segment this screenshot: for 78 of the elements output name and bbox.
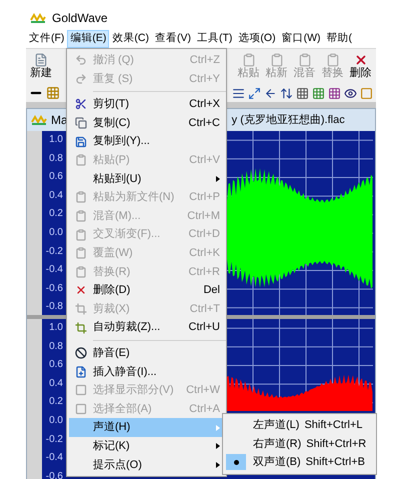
crop-icon [75, 322, 87, 334]
cross-icon [75, 284, 87, 296]
square-icon [75, 384, 87, 396]
menu-item[interactable]: 工具(T) [194, 30, 236, 48]
document-logo [31, 115, 47, 125]
axis-label: 0.0 [48, 414, 64, 428]
menu-item[interactable]: 左声道(L) Shift+Ctrl+L [225, 416, 374, 435]
axis-label: -0.4 [44, 451, 64, 466]
expand-icon[interactable] [248, 86, 261, 100]
app-logo [30, 13, 46, 23]
square-icon [75, 402, 87, 415]
bullet-icon [226, 454, 246, 470]
file-plus-icon [75, 366, 87, 378]
axis-label: 1.0 [48, 133, 64, 147]
menu-item[interactable]: 效果(C) [109, 30, 152, 48]
lines-icon[interactable] [232, 86, 245, 100]
menu-item[interactable]: 自动剪裁(Z)... Ctrl+U [69, 318, 224, 337]
axis-label: -0.4 [44, 263, 64, 278]
axis-label: 0.8 [48, 340, 64, 354]
grid-icon[interactable] [312, 86, 325, 100]
scissors-icon [75, 98, 87, 110]
copy-icon [75, 117, 87, 130]
clipboard-icon [270, 53, 284, 67]
axis-label: 0.4 [48, 376, 64, 391]
grid-icon[interactable] [296, 86, 309, 100]
menu-item[interactable]: 查看(V) [152, 30, 194, 48]
app-title: GoldWave [52, 10, 108, 27]
menu-item[interactable]: 双声道(B) Shift+Ctrl+B [225, 453, 374, 472]
axis-label: 0.8 [48, 152, 64, 166]
clipboard-icon [75, 228, 87, 241]
clipboard-icon [242, 53, 256, 67]
axis-label: -0.2 [44, 244, 64, 259]
clipboard-icon [298, 53, 312, 67]
axis-label: 0.4 [48, 188, 64, 203]
clipboard-icon [75, 191, 87, 204]
menu-item[interactable]: 右声道(R) Shift+Ctrl+R [225, 434, 374, 454]
menu-item[interactable]: 粘贴到(U) [69, 170, 224, 188]
crop-icon [75, 303, 87, 316]
menu-item[interactable]: 选项(O) [235, 30, 279, 48]
cross-icon [354, 53, 368, 67]
menu-item[interactable]: 文件(F) [26, 30, 68, 48]
eye-icon[interactable] [344, 86, 357, 100]
clipboard-icon [75, 154, 87, 166]
redo-icon [75, 72, 87, 85]
menu-item[interactable]: 窗口(W) [278, 30, 324, 48]
new-button[interactable]: 新建 [28, 53, 54, 80]
menu-item[interactable]: 声道(H) [69, 418, 224, 437]
axis-label: 0.6 [48, 358, 64, 372]
axis-label: -0.2 [44, 432, 64, 447]
menu-item[interactable]: 插入静音(I)... [69, 362, 224, 382]
axis-label: 1.0 [48, 321, 64, 335]
axis-label: -0.6 [44, 470, 64, 479]
clipboard-icon [75, 210, 87, 222]
document-title: y (克罗地亚狂想曲).flac [232, 112, 345, 128]
menu-item[interactable]: 删除(D) Del [69, 281, 224, 300]
menu-item[interactable]: 复制到(Y)... [69, 132, 224, 151]
axis-label: 0.0 [48, 226, 64, 240]
clipboard-icon [75, 266, 87, 278]
menu-item[interactable]: 静音(E) [69, 344, 224, 362]
clipboard-icon [326, 53, 340, 67]
arrows-vertical-icon[interactable] [280, 86, 293, 100]
no-entry-icon [75, 347, 87, 360]
menu-item[interactable]: 复制(C) Ctrl+C [69, 114, 224, 132]
axis-label: 0.6 [48, 170, 64, 184]
axis-label: -0.8 [44, 300, 64, 314]
menu-item[interactable]: 编辑(E) [67, 30, 110, 48]
axis-label: 0.2 [48, 207, 64, 222]
document-icon [34, 53, 48, 67]
axis-label: -0.6 [44, 282, 64, 296]
undo-icon [75, 54, 87, 66]
toolbar-button[interactable]: 删除 [347, 53, 374, 80]
arrow-left-icon[interactable] [264, 86, 277, 100]
grid-icon[interactable] [328, 86, 341, 100]
menu-item[interactable]: 帮助( [324, 30, 355, 48]
clipboard-icon [75, 247, 87, 260]
submenu-arrow-icon [216, 176, 220, 182]
menu-item[interactable]: 剪切(T) Ctrl+X [69, 95, 224, 114]
axis-label: 0.2 [48, 395, 64, 410]
